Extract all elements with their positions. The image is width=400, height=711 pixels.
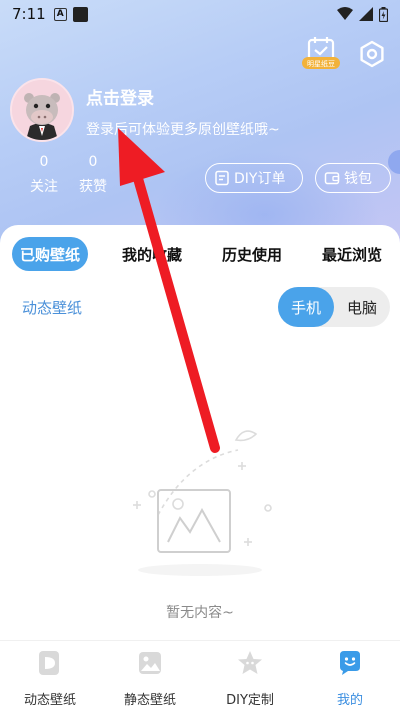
device-option-phone[interactable]: 手机 (278, 287, 334, 327)
nav-static-wallpaper[interactable]: 静态壁纸 (100, 649, 200, 708)
login-subtitle: 登录后可体验更多原创壁纸哦~ (86, 122, 280, 138)
likes-stat[interactable]: 0 获赞 (75, 154, 111, 196)
bottom-navigation: 动态壁纸 静态壁纸 DIY定制 我的 (0, 640, 400, 711)
login-title[interactable]: 点击登录 (86, 84, 154, 109)
likes-label: 获赞 (79, 179, 107, 195)
nav-dynamic-wallpaper[interactable]: 动态壁纸 (0, 649, 100, 708)
nav-diy-custom-label: DIY定制 (226, 693, 274, 708)
status-bar: 7:11 A (0, 0, 400, 28)
star-diy-icon (238, 651, 262, 674)
device-toggle: 手机 电脑 (278, 287, 390, 327)
battery-icon (379, 6, 388, 22)
wallet-label: 钱包 (344, 171, 372, 187)
empty-picture-icon (133, 430, 272, 576)
check-in-badge-label: 明星纸豆 (307, 59, 335, 68)
nav-my-profile-label: 我的 (336, 693, 363, 708)
wallet-icon (324, 172, 340, 185)
tab-my-favorites[interactable]: 我的收藏 (112, 237, 192, 271)
wallet-button[interactable]: 钱包 (315, 163, 391, 193)
avatar[interactable] (10, 78, 74, 142)
status-indicators (337, 6, 388, 22)
wallpaper-type-filter[interactable]: 动态壁纸 (22, 297, 82, 318)
smile-profile-icon (340, 651, 360, 675)
wifi-icon (337, 7, 353, 20)
app-notification-icon: A (53, 7, 67, 21)
calendar-check-icon: 明星纸豆 (302, 37, 340, 69)
signal-icon (359, 7, 373, 21)
nav-diy-custom[interactable]: DIY定制 (200, 649, 300, 708)
hippo-avatar-icon (12, 80, 72, 140)
image-icon (139, 652, 161, 674)
nav-static-wallpaper-label: 静态壁纸 (123, 693, 176, 708)
nav-my-profile[interactable]: 我的 (300, 649, 400, 708)
check-in-badge-button[interactable]: 明星纸豆 (302, 36, 340, 70)
settings-button[interactable] (358, 40, 386, 68)
following-label: 关注 (30, 179, 58, 195)
tab-recently-viewed[interactable]: 最近浏览 (312, 237, 392, 271)
likes-count: 0 (88, 154, 98, 170)
following-count: 0 (39, 154, 49, 170)
following-stat[interactable]: 0 关注 (26, 154, 62, 196)
header-decoration-dot (388, 150, 400, 174)
content-tabs: 已购壁纸 我的收藏 历史使用 最近浏览 (0, 237, 400, 273)
empty-state-illustration (118, 420, 282, 580)
settings-hexagon-icon (360, 40, 384, 68)
diy-orders-label: DIY订单 (234, 171, 286, 187)
tab-purchased-wallpapers[interactable]: 已购壁纸 (12, 237, 88, 271)
diy-orders-button[interactable]: DIY订单 (205, 163, 303, 193)
empty-state-text: 暂无内容~ (166, 605, 234, 621)
status-time: 7:11 (12, 5, 46, 23)
notification-square-icon (72, 6, 88, 22)
nav-dynamic-wallpaper-label: 动态壁纸 (23, 693, 76, 708)
tab-history[interactable]: 历史使用 (212, 237, 292, 271)
receipt-icon (215, 170, 229, 186)
dynamic-wallpaper-icon (39, 651, 59, 675)
device-option-computer[interactable]: 电脑 (334, 287, 390, 327)
